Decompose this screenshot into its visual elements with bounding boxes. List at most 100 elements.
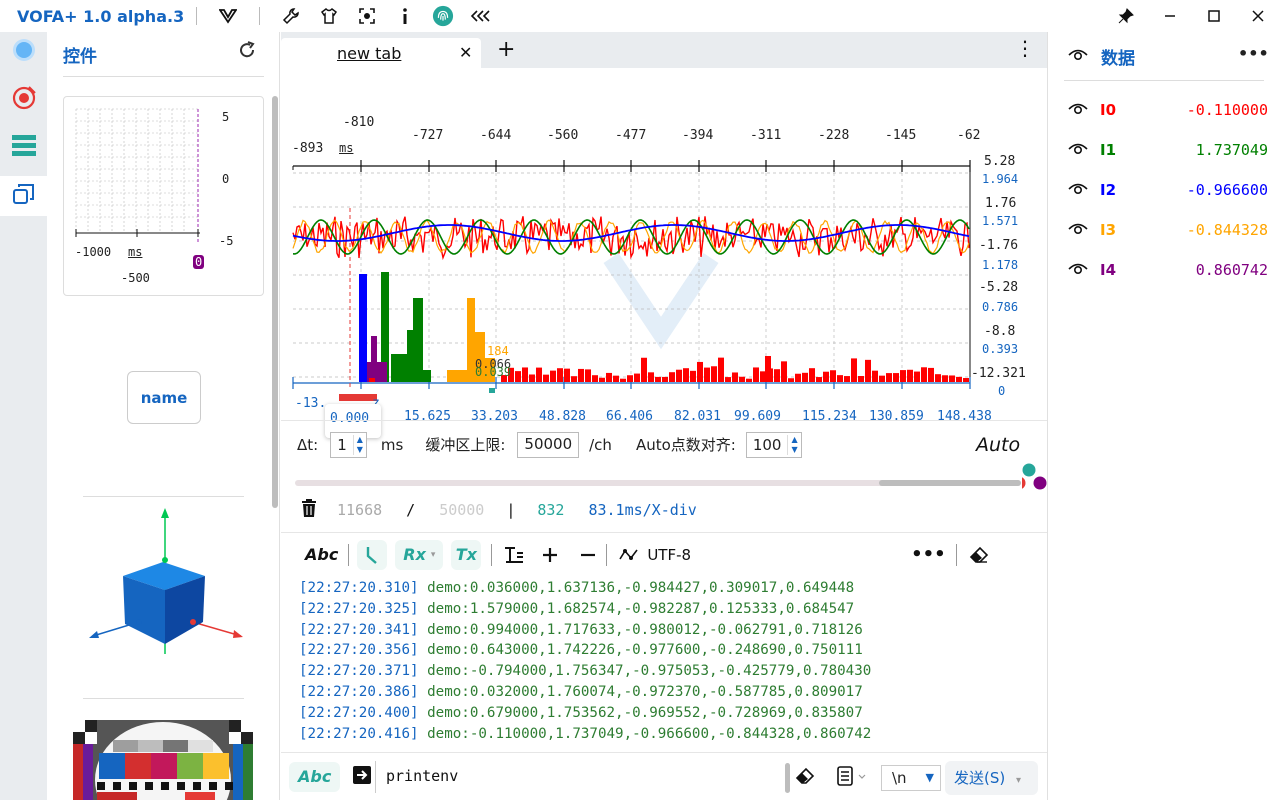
close-button[interactable] [1236, 0, 1280, 32]
cube-3d-widget[interactable] [83, 504, 244, 694]
zoom-out-icon[interactable] [580, 540, 596, 570]
eye-icon[interactable] [1068, 140, 1088, 160]
log-message: demo:1.579000,1.682574,-0.982287,0.12533… [427, 600, 855, 617]
terminal-log[interactable]: [22:27:20.310] demo:0.036000,1.637136,-0… [299, 578, 1039, 750]
fft-bar [515, 371, 521, 382]
input-scrollbar[interactable] [785, 763, 790, 793]
top-axis-tick: -560 [547, 128, 579, 143]
eye-icon[interactable] [1068, 46, 1088, 66]
pin-icon[interactable] [1104, 0, 1148, 32]
trash-icon[interactable] [301, 499, 317, 521]
eye-icon[interactable] [1068, 100, 1088, 120]
eraser-icon[interactable] [795, 767, 815, 789]
plot-controls: Δt: 1 ▲ ▼ ms 缓冲区上限: 50000 /ch Auto点数对齐: 1… [281, 420, 1047, 468]
mini-waveform-widget[interactable]: 5 0 -5 -1000 ms -500 0 [63, 96, 264, 296]
fft-bar [711, 366, 717, 382]
send-enter-icon[interactable] [352, 765, 372, 789]
top-axis-tick: -394 [682, 128, 714, 143]
dt-value[interactable]: 1 [331, 436, 353, 454]
timestamp-toggle-icon[interactable] [357, 539, 388, 570]
log-message: demo:0.679000,1.753562,-0.969552,-0.7289… [427, 704, 863, 721]
image-widget[interactable] [73, 720, 253, 800]
log-line: [22:27:20.386] demo:0.032000,1.760074,-0… [299, 682, 1039, 703]
fft-bar [732, 372, 738, 382]
fft-bar [407, 330, 413, 382]
send-input[interactable]: printenv [375, 761, 785, 793]
encoding-label[interactable]: UTF-8 [647, 540, 691, 570]
send-format-button[interactable]: Abc [289, 761, 341, 792]
minimize-button[interactable] [1148, 0, 1192, 32]
divider [196, 7, 198, 25]
send-button[interactable]: 发送(S) ▾ [945, 761, 1038, 795]
dropdown-arrow-icon: ▼ [925, 771, 934, 784]
command-list-icon[interactable] [837, 766, 867, 790]
fingerprint-icon[interactable] [432, 5, 454, 27]
fft-bar [879, 375, 885, 382]
text-format-icon[interactable] [504, 540, 524, 570]
eye-icon[interactable] [1068, 180, 1088, 200]
auto-button[interactable]: Auto [976, 434, 1020, 456]
record-button[interactable] [0, 80, 47, 120]
widgets-button[interactable] [0, 176, 47, 216]
fft-bar [669, 372, 675, 382]
color-dots-icon[interactable] [1012, 462, 1048, 496]
title-bar: VOFA+ 1.0 alpha.3 [0, 0, 1280, 32]
channel-row[interactable]: I2 -0.966600 [1068, 178, 1268, 202]
buffer-input[interactable]: 50000 [517, 431, 580, 458]
tx-toggle[interactable]: Tx [451, 539, 482, 570]
scrollbar[interactable] [272, 96, 278, 508]
mini-cursor-label[interactable]: 0 [193, 255, 205, 269]
channel-row[interactable]: I4 0.860742 [1068, 258, 1268, 282]
top-axis-tick: -644 [480, 128, 512, 143]
timeline-slider[interactable] [295, 480, 1021, 486]
tab-new[interactable]: new tab ✕ [281, 38, 481, 68]
stepper-arrows-icon[interactable]: ▲ ▼ [352, 434, 366, 455]
name-button[interactable]: name [127, 371, 201, 424]
close-icon[interactable]: ✕ [459, 43, 472, 62]
fft-bar [641, 357, 647, 382]
fft-bar [900, 370, 906, 382]
vofa-logo-icon[interactable] [217, 5, 239, 27]
eye-icon[interactable] [1068, 220, 1088, 240]
zoom-in-icon[interactable] [542, 540, 558, 570]
more-horizontal-icon[interactable]: ••• [1238, 44, 1269, 63]
collapse-icon[interactable] [470, 5, 492, 27]
more-vertical-icon[interactable]: ⋮ [1015, 38, 1035, 58]
shirt-icon[interactable] [318, 5, 340, 27]
encoding-icon[interactable] [619, 540, 639, 570]
auto-align-value[interactable]: 100 [747, 436, 788, 454]
abc-format-button[interactable]: Abc [305, 540, 338, 570]
info-icon[interactable] [394, 5, 416, 27]
main-panel: new tab ✕ + ⋮ -893 ms -810 -727 -644 -56… [281, 32, 1047, 800]
eye-icon[interactable] [1068, 260, 1088, 280]
top-axis-tick: -228 [818, 128, 850, 143]
dt-stepper[interactable]: 1 ▲ ▼ [330, 431, 367, 458]
fft-bar [774, 369, 780, 382]
rx-toggle[interactable]: Rx ▾ [395, 539, 444, 570]
fft-bar [571, 376, 577, 382]
auto-align-stepper[interactable]: 100 ▲ ▼ [745, 431, 802, 458]
fft-bar [627, 375, 633, 382]
fft-bar [872, 370, 878, 382]
right-axis-tick-blue: 1.964 [982, 172, 1019, 186]
capture-icon[interactable] [356, 5, 378, 27]
refresh-icon[interactable] [237, 40, 257, 65]
more-horizontal-icon[interactable]: ••• [911, 540, 946, 570]
eraser-icon[interactable] [969, 540, 989, 570]
protocol-button[interactable] [0, 32, 47, 72]
channel-row[interactable]: I1 1.737049 [1068, 138, 1268, 162]
channel-row[interactable]: I3 -0.844328 [1068, 218, 1268, 242]
dt-label: Δt: [297, 435, 319, 454]
waveform-plot[interactable]: -893 ms -810 -727 -644 -560 -477 -394 -3… [281, 68, 1047, 452]
newline-select[interactable]: \n ▼ [881, 765, 941, 791]
channel-row[interactable]: I0 -0.110000 [1068, 98, 1268, 122]
top-axis-tick: -62 [957, 128, 981, 143]
stepper-arrows-icon[interactable]: ▲ ▼ [787, 434, 800, 455]
fft-bar [369, 378, 375, 382]
wrench-icon[interactable] [280, 5, 302, 27]
maximize-button[interactable] [1192, 0, 1236, 32]
fft-bar [858, 376, 864, 382]
add-tab-icon[interactable]: + [497, 39, 515, 61]
fft-bar [655, 376, 661, 382]
data-list-button[interactable] [0, 128, 47, 168]
